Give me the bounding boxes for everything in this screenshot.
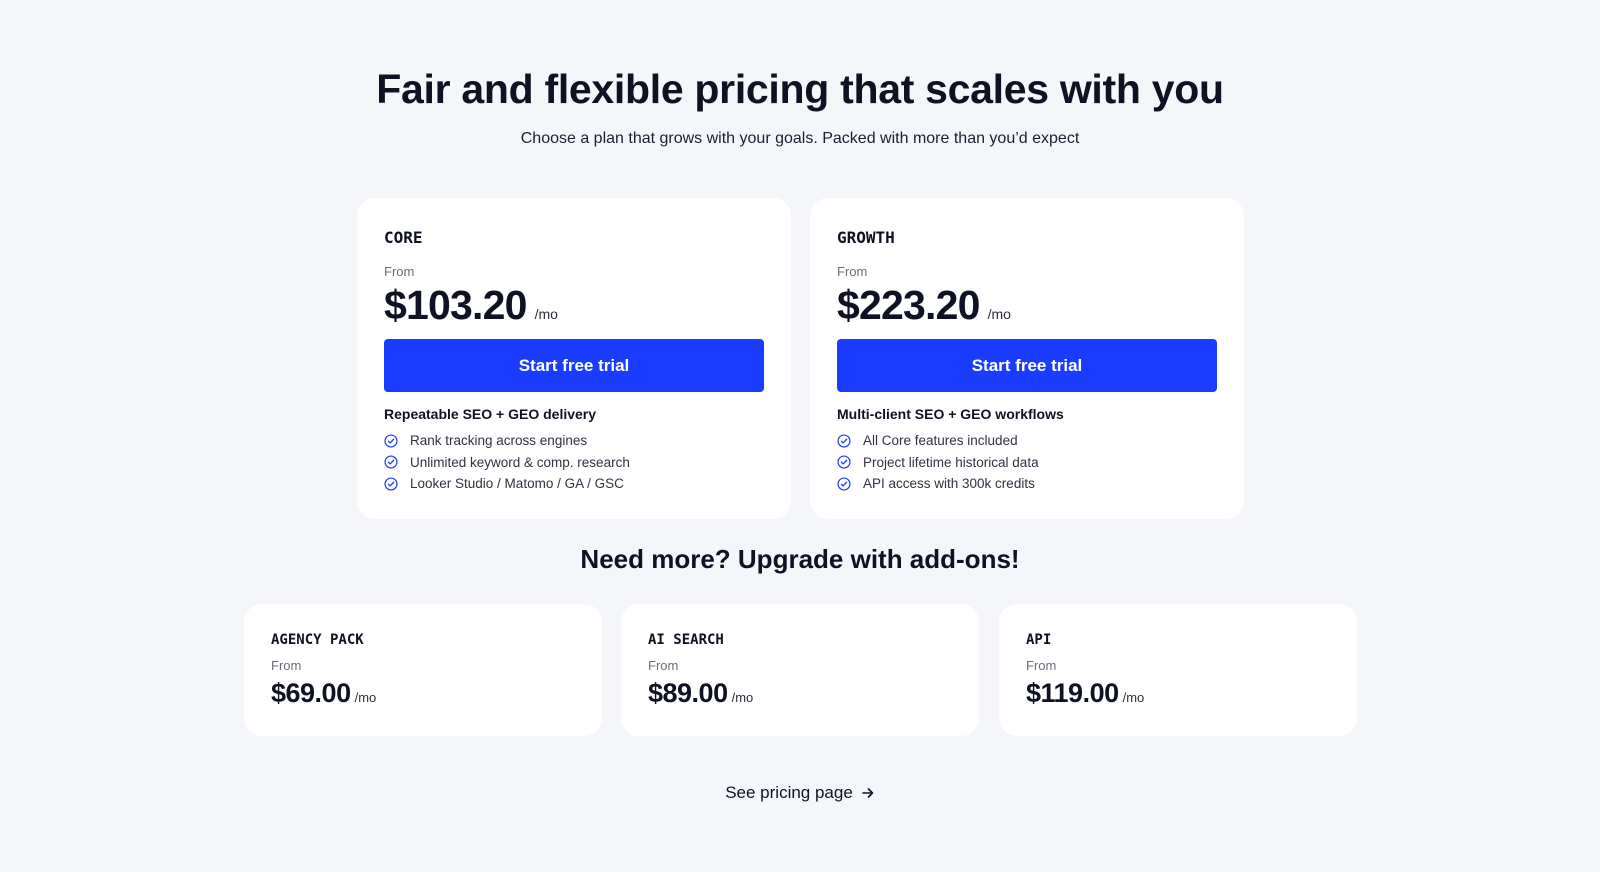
plan-card-core: CORE From $103.20 /mo Start free trial R… xyxy=(357,198,791,519)
price-from-label: From xyxy=(271,658,302,673)
price-row: $69.00 /mo xyxy=(271,678,376,709)
price-row: $119.00 /mo xyxy=(1026,678,1144,709)
feature-item: Project lifetime historical data xyxy=(837,452,1039,474)
addon-name: AI SEARCH xyxy=(648,632,724,648)
feature-text: All Core features included xyxy=(863,433,1018,449)
feature-item: All Core features included xyxy=(837,430,1039,452)
feature-text: Looker Studio / Matomo / GA / GSC xyxy=(410,476,624,492)
page-subtitle: Choose a plan that grows with your goals… xyxy=(520,130,1080,147)
check-circle-icon xyxy=(837,477,851,491)
plan-name: CORE xyxy=(384,228,423,247)
start-free-trial-button[interactable]: Start free trial xyxy=(837,339,1217,392)
check-circle-icon xyxy=(384,477,398,491)
start-free-trial-button[interactable]: Start free trial xyxy=(384,339,764,392)
plan-card-growth: GROWTH From $223.20 /mo Start free trial… xyxy=(810,198,1244,519)
price-row: $223.20 /mo xyxy=(837,282,1011,329)
see-pricing-page-link[interactable]: See pricing page xyxy=(725,783,875,803)
feature-text: Rank tracking across engines xyxy=(410,433,588,449)
price-period: /mo xyxy=(987,306,1011,322)
plan-price: $103.20 xyxy=(384,282,527,328)
check-circle-icon xyxy=(837,455,851,469)
check-circle-icon xyxy=(384,434,398,448)
arrow-right-icon xyxy=(861,788,874,798)
pricing-link-label: See pricing page xyxy=(725,783,853,802)
addon-card-agency-pack: AGENCY PACK From $69.00 /mo xyxy=(244,604,602,736)
pricing-link-wrapper: See pricing page xyxy=(0,783,1600,803)
addons-title: Need more? Upgrade with add-ons! xyxy=(580,544,1020,574)
addon-price: $69.00 xyxy=(271,678,351,708)
price-from-label: From xyxy=(837,264,868,279)
feature-text: Unlimited keyword & comp. research xyxy=(410,454,630,470)
price-row: $103.20 /mo xyxy=(384,282,558,329)
price-from-label: From xyxy=(1026,658,1057,673)
addon-price: $119.00 xyxy=(1026,678,1119,708)
addon-card-ai-search: AI SEARCH From $89.00 /mo xyxy=(621,604,979,736)
addon-name: API xyxy=(1026,632,1052,648)
page-title: Fair and flexible pricing that scales wi… xyxy=(376,66,1224,112)
feature-item: Looker Studio / Matomo / GA / GSC xyxy=(384,473,630,495)
pricing-section: Fair and flexible pricing that scales wi… xyxy=(0,0,1600,872)
plan-price: $223.20 xyxy=(837,282,980,328)
price-from-label: From xyxy=(648,658,679,673)
addon-name: AGENCY PACK xyxy=(271,632,364,648)
price-period: /mo xyxy=(1122,690,1145,705)
price-period: /mo xyxy=(534,306,558,322)
feature-item: API access with 300k credits xyxy=(837,473,1039,495)
check-circle-icon xyxy=(837,434,851,448)
addon-card-api: API From $119.00 /mo xyxy=(999,604,1357,736)
price-period: /mo xyxy=(731,690,754,705)
addon-price: $89.00 xyxy=(648,678,728,708)
price-from-label: From xyxy=(384,264,415,279)
feature-list: Rank tracking across engines Unlimited k… xyxy=(384,430,630,495)
features-title: Repeatable SEO + GEO delivery xyxy=(384,406,597,422)
feature-text: Project lifetime historical data xyxy=(863,454,1039,470)
plan-name: GROWTH xyxy=(837,228,895,247)
features-title: Multi-client SEO + GEO workflows xyxy=(837,406,1064,422)
check-circle-icon xyxy=(384,455,398,469)
feature-item: Unlimited keyword & comp. research xyxy=(384,452,630,474)
feature-text: API access with 300k credits xyxy=(863,476,1035,492)
price-period: /mo xyxy=(354,690,377,705)
feature-list: All Core features included Project lifet… xyxy=(837,430,1039,495)
feature-item: Rank tracking across engines xyxy=(384,430,630,452)
price-row: $89.00 /mo xyxy=(648,678,753,709)
